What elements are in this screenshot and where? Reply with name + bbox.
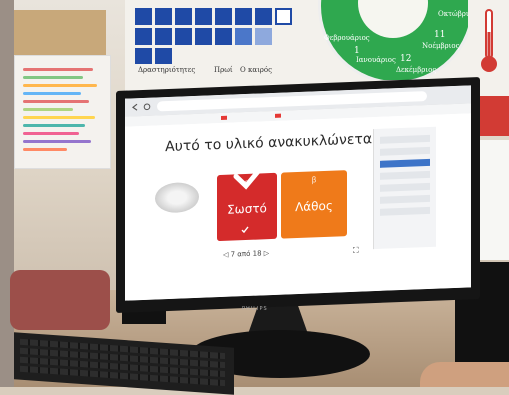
- red-wall-card: [476, 96, 509, 136]
- month-number: 1: [354, 46, 360, 56]
- plate-image: [155, 181, 199, 214]
- back-arrow-icon[interactable]: [131, 103, 139, 111]
- wall-label-morning: Πρωί: [214, 66, 233, 74]
- reload-icon[interactable]: [143, 103, 151, 111]
- sidebar-item-active[interactable]: [380, 158, 430, 168]
- month-label: Δεκέμβριος: [396, 66, 437, 74]
- wall-label-strip: Δραστηριότητες Πρωί Ο καιρός: [130, 64, 300, 78]
- editor-sidebar: [373, 126, 436, 250]
- false-card-letter: β: [311, 175, 317, 185]
- false-answer-button[interactable]: β Λάθος: [281, 170, 347, 239]
- sidebar-item[interactable]: [380, 170, 430, 180]
- thermometer-icon: [481, 9, 497, 72]
- true-card-label: Σωστό: [227, 201, 267, 217]
- prev-arrow-icon[interactable]: ◁: [223, 251, 228, 259]
- question-title: Αυτό το υλικό ανακυκλώνεται: [165, 130, 377, 156]
- wall-label-activities: Δραστηριότητες: [138, 66, 196, 74]
- checkmark-icon: [233, 161, 267, 190]
- pager-text: 7 από 18: [230, 249, 262, 259]
- bookmark-icon[interactable]: [221, 115, 227, 120]
- month-number: 12: [400, 54, 412, 64]
- slide-pager: ◁ 7 από 18 ▷: [223, 249, 269, 259]
- corkboard: [14, 10, 106, 55]
- sidebar-item[interactable]: [380, 206, 430, 216]
- months-wheel: Οκτώβριος Φεβρουάριος Ιανουάριος Δεκέμβρ…: [318, 0, 468, 80]
- sidebar-item[interactable]: [380, 182, 430, 192]
- wall-label-weather: Ο καιρός: [240, 66, 273, 74]
- month-label: Φεβρουάριος: [324, 34, 370, 42]
- month-number: 11: [434, 30, 446, 40]
- bookmark-icon[interactable]: [275, 113, 281, 118]
- small-check-icon: [241, 226, 249, 234]
- red-bag: [10, 270, 110, 330]
- monitor-screen: Αυτό το υλικό ανακυκλώνεται α Σωστό β Λά…: [125, 85, 471, 301]
- sidebar-item[interactable]: [380, 194, 430, 204]
- next-arrow-icon[interactable]: ▷: [264, 249, 269, 257]
- blurred-foreground-edge: [0, 0, 14, 387]
- fullscreen-icon[interactable]: ⛶: [353, 246, 363, 256]
- food-pyramid-poster: [14, 55, 111, 169]
- monitor-brand-logo: PHILIPS: [242, 306, 268, 312]
- false-card-label: Λάθος: [295, 198, 333, 215]
- hand: [420, 362, 509, 387]
- sidebar-item[interactable]: [380, 146, 430, 156]
- month-label: Οκτώβριος: [438, 10, 468, 18]
- month-label: Ιανουάριος: [356, 56, 396, 64]
- h5p-content-area: Αυτό το υλικό ανακυκλώνεται α Σωστό β Λά…: [125, 113, 471, 301]
- month-label: Νοέμβριος: [422, 42, 460, 50]
- sidebar-item[interactable]: [380, 134, 430, 144]
